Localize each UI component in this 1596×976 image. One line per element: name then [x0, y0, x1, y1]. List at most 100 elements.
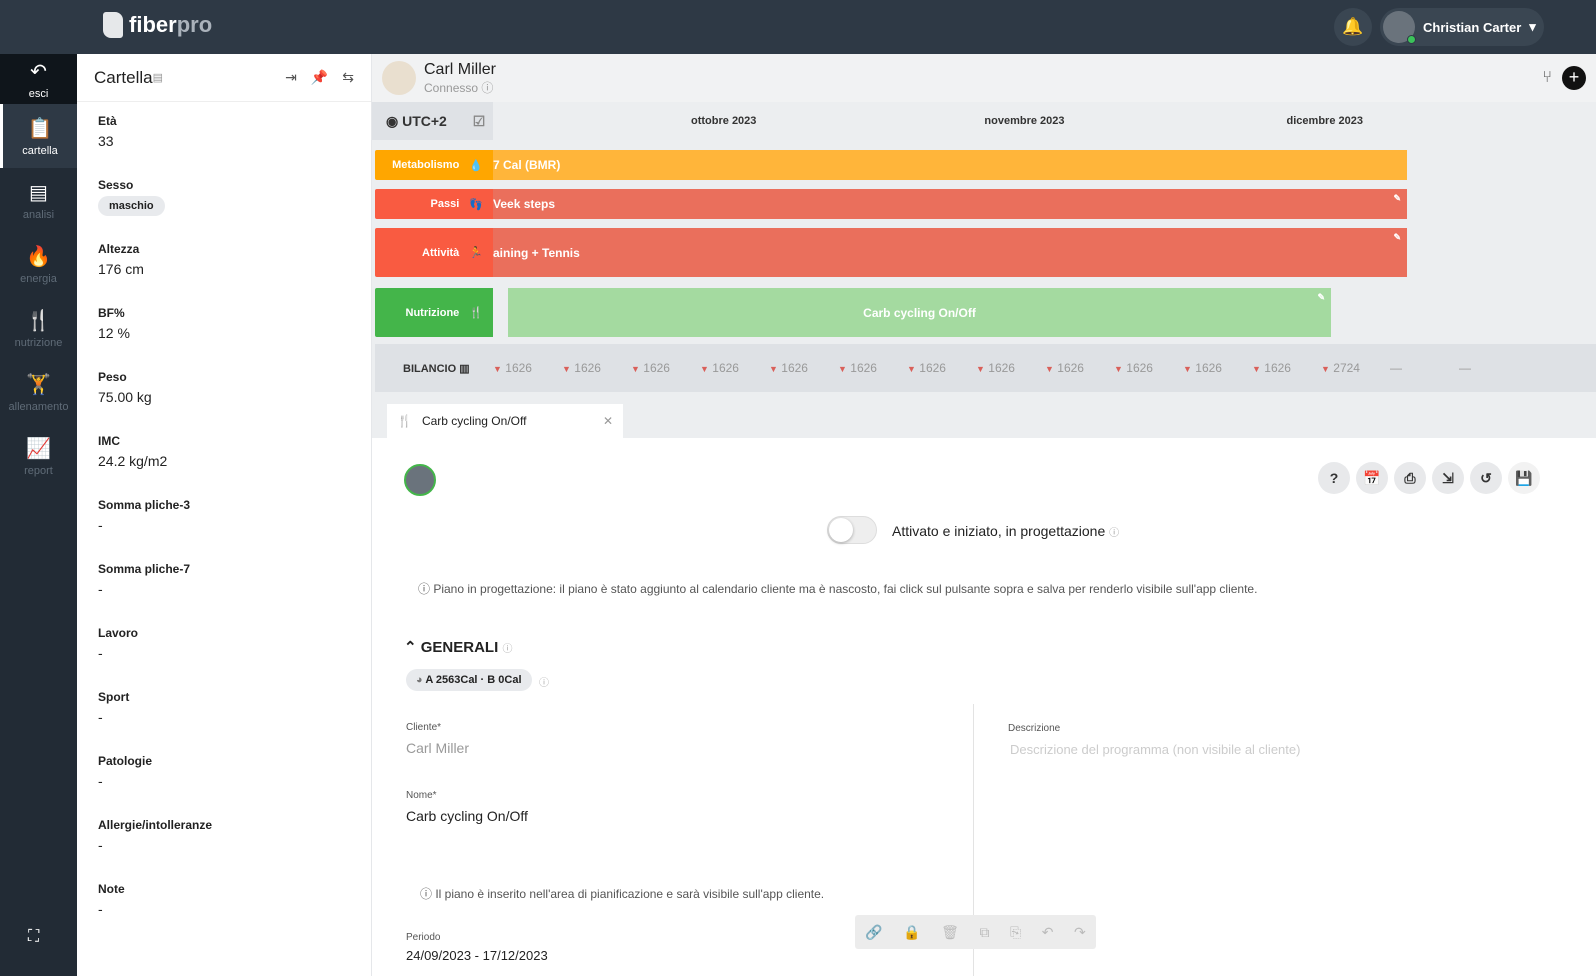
- timeline-bar[interactable]: Carb cycling On/Off ✎: [508, 288, 1331, 337]
- edit-icon[interactable]: ✎: [1393, 193, 1401, 204]
- sidebar-item-allenamento[interactable]: 🏋 allenamento: [0, 360, 77, 424]
- month-label: novembre 2023: [984, 115, 1065, 127]
- section-title[interactable]: GENERALI: [421, 639, 499, 656]
- trash-icon[interactable]: 🗑: [941, 924, 959, 941]
- settings-toggle-icon[interactable]: ⇆: [342, 69, 354, 86]
- bilancio-value: 1626: [1264, 361, 1291, 375]
- fullscreen-icon[interactable]: ⛶: [28, 928, 39, 946]
- user-menu[interactable]: Christian Carter ▾: [1380, 8, 1544, 46]
- info-icon[interactable]: ⓘ: [1109, 528, 1119, 539]
- timeline-bar[interactable]: 7 Cal (BMR): [493, 150, 1407, 180]
- cliente-field: Carl Miller: [406, 740, 469, 756]
- bilancio-cell[interactable]: ▼ 1626: [1045, 361, 1114, 375]
- nome-field[interactable]: Carb cycling On/Off: [406, 808, 528, 824]
- branch-icon[interactable]: ⑂: [1542, 69, 1552, 87]
- cartella-panel: Cartella ▤ ⇥ 📌 ⇆ Età 33 Sesso maschio Altezza 17…: [77, 54, 372, 976]
- visibility-note: ⓘ Il piano è inserito nell'area di piani…: [420, 887, 825, 901]
- timeline-bar[interactable]: aining + Tennis ✎: [493, 228, 1407, 277]
- field-label: Patologie: [98, 754, 153, 768]
- paste-icon[interactable]: ⎘: [1010, 924, 1021, 941]
- bilancio-cell[interactable]: ▼ 1626: [976, 361, 1045, 375]
- bilancio-cell[interactable]: ▼ 1626: [493, 361, 562, 375]
- design-note: ⓘ Piano in progettazione: il piano è sta…: [418, 582, 1258, 596]
- bilancio-value: —: [1390, 361, 1402, 375]
- sidebar-item-label: allenamento: [8, 400, 69, 413]
- sidebar-item-esci[interactable]: ↶ esci: [0, 54, 77, 104]
- bilancio-cell[interactable]: ▼ 1626: [1252, 361, 1321, 375]
- tab-label: Carb cycling On/Off: [421, 414, 527, 428]
- down-arrow-icon: ▼: [1114, 364, 1123, 374]
- bell-icon[interactable]: 🔔: [1334, 8, 1372, 46]
- bilancio-cell[interactable]: —: [1459, 361, 1528, 375]
- bilancio-cell[interactable]: ▼ 1626: [1114, 361, 1183, 375]
- down-arrow-icon: ▼: [1183, 364, 1192, 374]
- calendar-check-icon[interactable]: ☑: [473, 113, 486, 129]
- bilancio-value: 1626: [1126, 361, 1153, 375]
- copy-icon[interactable]: ⧉: [979, 924, 989, 941]
- collapse-icon[interactable]: ⇥: [285, 69, 297, 86]
- sidebar-item-label: esci: [28, 87, 49, 100]
- help-button[interactable]: ?: [1318, 462, 1350, 494]
- bilancio-cell[interactable]: ▼ 1626: [562, 361, 631, 375]
- sidebar-item-energia[interactable]: 🔥 energia: [0, 232, 77, 296]
- down-arrow-icon: ▼: [493, 364, 502, 374]
- redo-icon[interactable]: ↷: [1074, 924, 1086, 941]
- chevron-up-icon[interactable]: ⌃: [404, 639, 417, 656]
- field-label: Sport: [98, 690, 130, 704]
- row-label: Attività 🏃: [375, 228, 493, 277]
- info-icon[interactable]: ⓘ: [539, 674, 549, 689]
- lock-icon[interactable]: 🔒: [903, 924, 920, 941]
- link-icon[interactable]: 🔗: [865, 924, 882, 941]
- bilancio-cell[interactable]: ▼ 1626: [631, 361, 700, 375]
- periodo-field[interactable]: 24/09/2023 - 17/12/2023: [406, 948, 548, 963]
- bilancio-cell[interactable]: —: [1390, 361, 1459, 375]
- sidebar-item-report[interactable]: 📈 report: [0, 424, 77, 488]
- logo[interactable]: fiberpro: [103, 12, 212, 38]
- edit-icon[interactable]: ✎: [1317, 292, 1325, 303]
- activation-toggle[interactable]: [827, 516, 877, 544]
- bilancio-cell[interactable]: ▼ 1626: [700, 361, 769, 375]
- add-button[interactable]: +: [1562, 66, 1586, 90]
- calendar-delete-button[interactable]: 📅: [1356, 462, 1388, 494]
- timezone[interactable]: UTC+2: [402, 113, 447, 129]
- save-button[interactable]: 💾: [1508, 462, 1540, 494]
- down-arrow-icon: ▼: [907, 364, 916, 374]
- undo-icon[interactable]: ↶: [1042, 924, 1054, 941]
- periodo-label: Periodo: [406, 932, 441, 943]
- top-bar: fiberpro 🔔 Christian Carter ▾: [0, 0, 1596, 54]
- logo-icon: [103, 12, 123, 38]
- sidebar-item-cartella[interactable]: 📋 cartella: [0, 104, 77, 168]
- sidebar-item-nutrizione[interactable]: 🍴 nutrizione: [0, 296, 77, 360]
- chart-icon[interactable]: ▥: [459, 363, 469, 375]
- field-value: -: [98, 645, 103, 661]
- bilancio-cell[interactable]: ▼ 1626: [907, 361, 976, 375]
- history-button[interactable]: ↺: [1470, 462, 1502, 494]
- row-label-text: Metabolismo: [392, 159, 460, 171]
- field-item: Note -: [77, 870, 371, 934]
- bilancio-cell[interactable]: ▼ 2724: [1321, 361, 1390, 375]
- logo-text-pro: pro: [176, 12, 213, 37]
- print-button[interactable]: ⎙: [1394, 462, 1426, 494]
- pin-icon[interactable]: 📌: [311, 69, 328, 86]
- row-label: Metabolismo 💧: [375, 150, 493, 180]
- close-icon[interactable]: ✕: [603, 414, 613, 428]
- sidebar-item-analisi[interactable]: ▤ analisi: [0, 168, 77, 232]
- bilancio-cell[interactable]: ▼ 1626: [1183, 361, 1252, 375]
- export-button[interactable]: ⇲: [1432, 462, 1464, 494]
- field-value: 75.00 kg: [98, 389, 152, 405]
- bilancio-cell[interactable]: ▼ 1626: [838, 361, 907, 375]
- edit-icon[interactable]: ✎: [1393, 232, 1401, 243]
- clock-icon: ◉: [386, 113, 399, 129]
- field-value: 176 cm: [98, 261, 144, 277]
- bilancio-value: 1626: [1057, 361, 1084, 375]
- down-arrow-icon: ▼: [700, 364, 709, 374]
- nutrizione-icon: 🍴: [26, 309, 51, 332]
- info-icon[interactable]: ⓘ: [481, 81, 493, 95]
- timeline-bar[interactable]: Veek steps ✎: [493, 189, 1407, 219]
- bilancio-cell[interactable]: ▼ 1626: [769, 361, 838, 375]
- descrizione-field[interactable]: Descrizione del programma (non visibile …: [1010, 742, 1300, 757]
- info-icon[interactable]: ⓘ: [502, 644, 512, 655]
- row-icon: 🍴: [469, 307, 483, 319]
- tab-carb-cycling[interactable]: 🍴 Carb cycling On/Off ✕: [387, 404, 623, 438]
- bilancio-value: 1626: [505, 361, 532, 375]
